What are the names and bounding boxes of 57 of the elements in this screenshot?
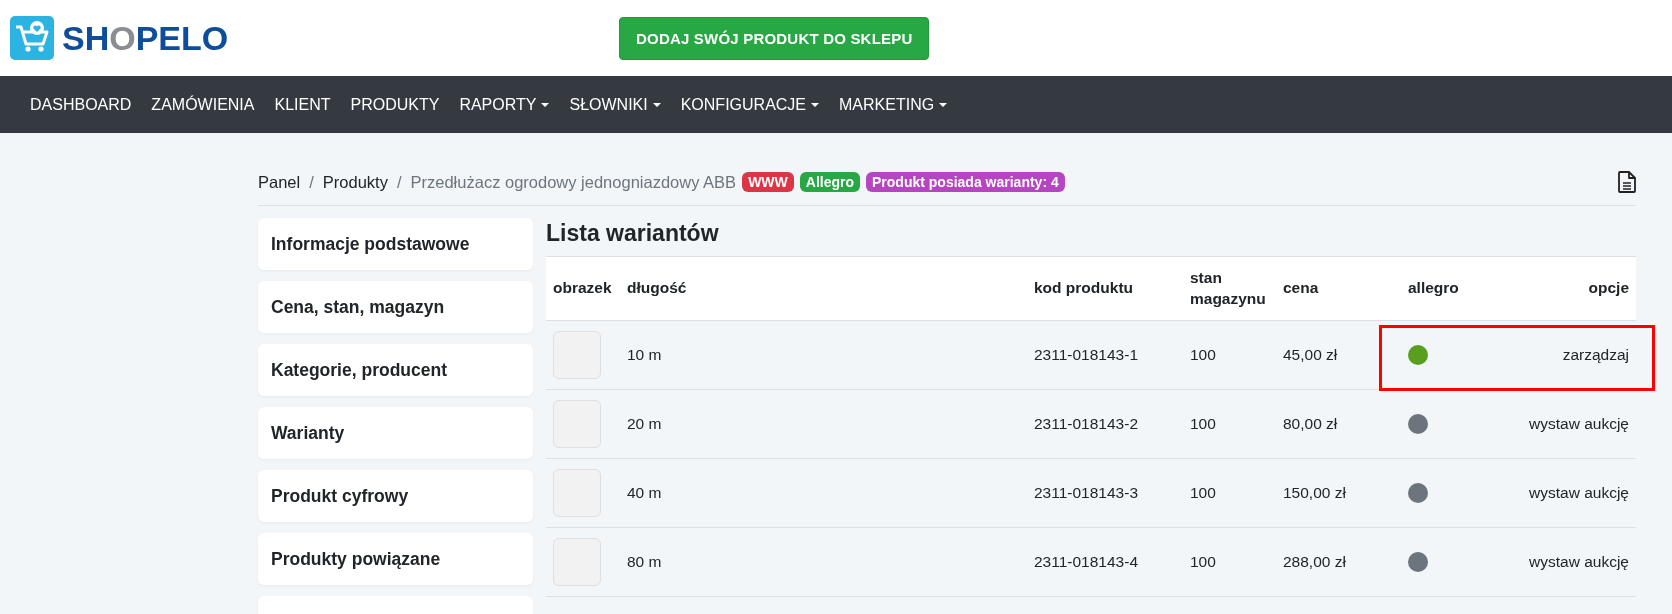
table-cell: 100	[1183, 389, 1276, 459]
table-cell: 10 m	[620, 320, 1027, 390]
table-cell: 80 m	[620, 527, 1027, 597]
table-cell: 100	[1183, 527, 1276, 597]
option-link[interactable]: wystaw aukcję	[1529, 415, 1629, 432]
table-cell: 100	[1183, 320, 1276, 390]
nav-menu-item[interactable]: KONFIGURACJE	[670, 87, 830, 122]
sidebar-item[interactable]: Cena, stan, magazyn	[258, 281, 533, 333]
table-cell: 40 m	[620, 458, 1027, 528]
document-icon[interactable]	[1618, 171, 1636, 193]
cart-logo-icon	[10, 16, 54, 60]
table-cell: 80,00 zł	[1276, 389, 1401, 459]
section-title: Lista wariantów	[546, 220, 720, 247]
breadcrumb-link[interactable]: Produkty	[322, 172, 388, 192]
caret-icon	[939, 102, 948, 107]
table-cell: 20 m	[620, 389, 1027, 459]
table-cell: 2311-018143-1	[1027, 320, 1183, 390]
status-badge: Produkt posiada warianty: 4	[866, 172, 1065, 192]
nav-menu-item[interactable]: MARKETING	[829, 87, 958, 122]
breadcrumb-current: Przedłużacz ogrodowy jednogniazdowy ABB	[410, 172, 737, 192]
sidebar-item[interactable]: Warianty	[258, 407, 533, 459]
column-header: stan magazynu	[1183, 256, 1276, 321]
table-cell: 2311-018143-2	[1027, 389, 1183, 459]
status-badge: Allegro	[799, 172, 860, 192]
sidebar-item[interactable]: Informacje podstawowe	[258, 218, 533, 270]
nav-menu-item[interactable]: SŁOWNIKI	[559, 87, 671, 122]
nav-menu-item[interactable]: PRODUKTY	[340, 87, 450, 122]
caret-icon	[541, 102, 550, 107]
breadcrumb-link[interactable]: Panel	[258, 172, 301, 192]
nav-menu-item[interactable]: RAPORTY	[449, 87, 560, 122]
status-badge: WWW	[742, 172, 794, 192]
nav-menu-item[interactable]: KLIENT	[264, 87, 341, 122]
table-cell: 45,00 zł	[1276, 320, 1401, 390]
sidebar-item[interactable]: Kategorie, producent	[258, 344, 533, 396]
option-link[interactable]: zarządzaj	[1562, 346, 1629, 363]
breadcrumb-separator: /	[395, 172, 403, 192]
column-header: opcje	[1491, 256, 1636, 321]
table-cell: 2311-018143-4	[1027, 527, 1183, 597]
caret-icon	[811, 102, 820, 107]
option-link[interactable]: wystaw aukcję	[1529, 553, 1629, 570]
table-cell: 150,00 zł	[1276, 458, 1401, 528]
column-header: obrazek	[546, 256, 620, 321]
table-cell: 288,00 zł	[1276, 527, 1401, 597]
breadcrumb-separator: /	[308, 172, 315, 192]
nav-menu-item[interactable]: ZAMÓWIENIA	[141, 87, 265, 122]
caret-icon	[652, 102, 661, 107]
column-header: cena	[1276, 256, 1401, 321]
column-header: kod produktu	[1027, 256, 1183, 321]
column-header: długość	[620, 256, 1027, 321]
column-header: allegro	[1401, 256, 1491, 321]
option-link[interactable]: wystaw aukcję	[1529, 484, 1629, 501]
table-cell: 2311-018143-3	[1027, 458, 1183, 528]
logo-text: SHOPELO	[62, 18, 229, 58]
sidebar-item[interactable]: Produkt cyfrowy	[258, 470, 533, 522]
nav-menu-item[interactable]: DASHBOARD	[20, 87, 142, 122]
table-cell: 100	[1183, 458, 1276, 528]
sidebar-item[interactable]: Produkty powiązane	[258, 533, 533, 585]
